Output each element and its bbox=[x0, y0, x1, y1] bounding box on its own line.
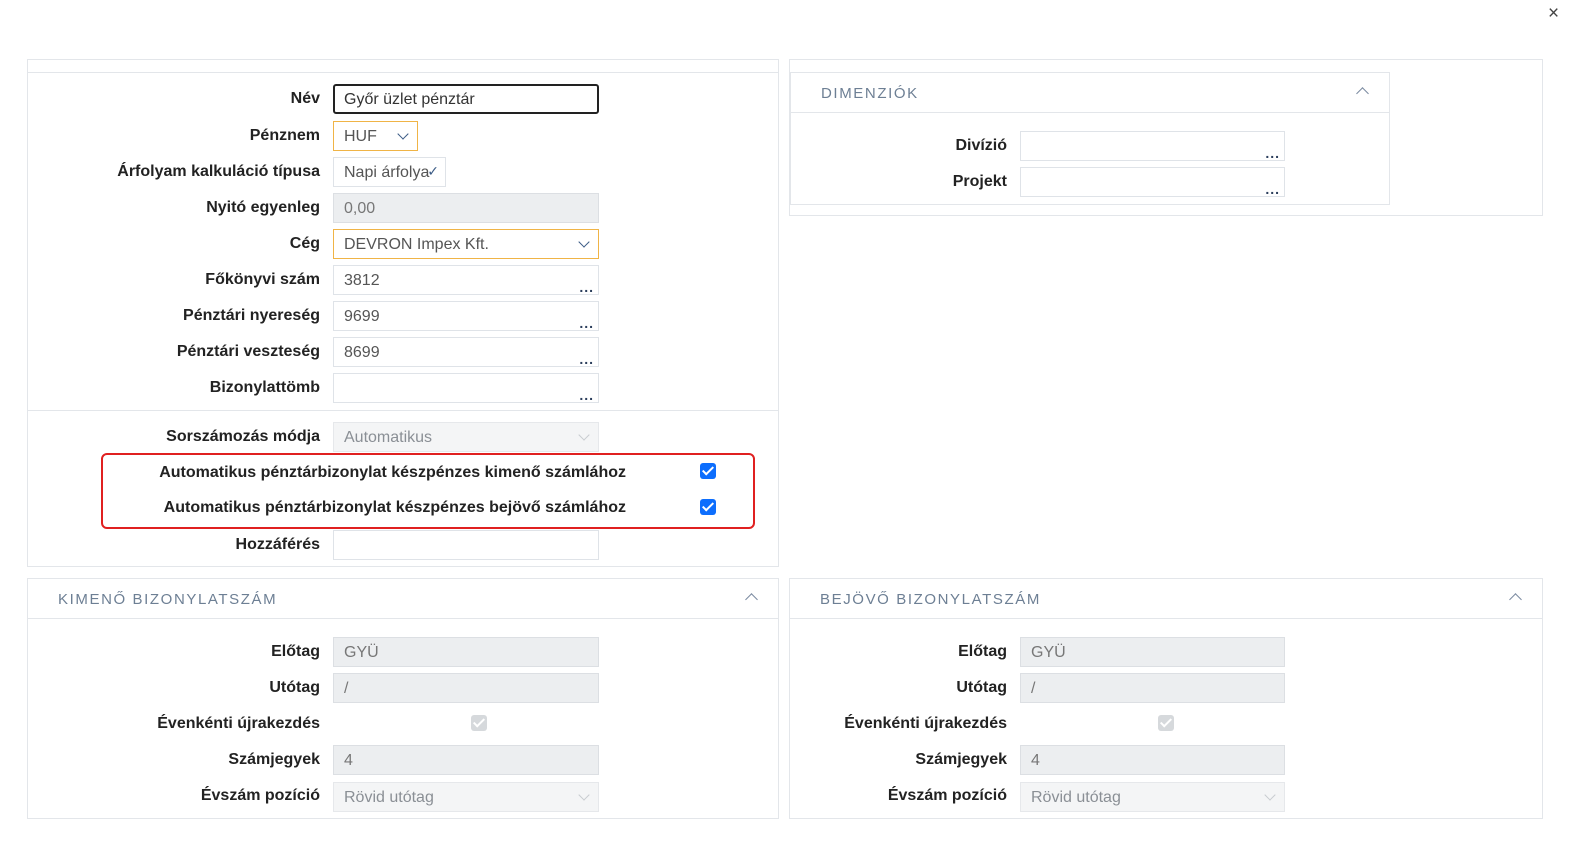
incoming-year-position-label: Évszám pozíció bbox=[887, 787, 1007, 804]
division-input[interactable]: ... bbox=[1020, 131, 1285, 161]
name-label: Név bbox=[290, 90, 320, 107]
opening-balance-input: 0,00 bbox=[333, 193, 599, 223]
divider bbox=[28, 410, 778, 411]
outgoing-year-position-select: Rövid utótag bbox=[333, 782, 599, 812]
outgoing-year-position-value: Rövid utótag bbox=[344, 789, 434, 806]
outgoing-number-title: KIMENŐ BIZONYLATSZÁM bbox=[58, 591, 278, 608]
currency-value: HUF bbox=[344, 128, 377, 145]
company-select[interactable]: DEVRON Impex Kft. bbox=[333, 229, 599, 259]
cash-loss-value: 8699 bbox=[344, 344, 380, 361]
outgoing-suffix-input: / bbox=[333, 673, 599, 703]
cash-gain-label: Pénztári nyereség bbox=[183, 307, 320, 324]
dimensions-title: DIMENZIÓK bbox=[821, 85, 919, 102]
name-input[interactable]: Győr üzlet pénztár bbox=[333, 84, 599, 114]
chevron-up-icon[interactable] bbox=[1509, 593, 1522, 606]
project-label: Projekt bbox=[952, 173, 1007, 190]
highlight-box bbox=[101, 453, 755, 529]
access-input[interactable] bbox=[333, 530, 599, 560]
incoming-number-title: BEJÖVŐ BIZONYLATSZÁM bbox=[820, 591, 1041, 608]
opening-balance-label: Nyitó egyenleg bbox=[206, 199, 320, 216]
company-label: Cég bbox=[289, 235, 320, 252]
ledger-number-label: Főkönyvi szám bbox=[205, 271, 320, 288]
incoming-digits-label: Számjegyek bbox=[915, 751, 1007, 768]
outgoing-prefix-input: GYÜ bbox=[333, 637, 599, 667]
exchange-rate-type-label: Árfolyam kalkuláció típusa bbox=[117, 163, 320, 180]
outgoing-number-header[interactable]: KIMENŐ BIZONYLATSZÁM bbox=[28, 579, 778, 619]
incoming-yearly-restart-label: Évenkénti újrakezdés bbox=[844, 715, 1007, 732]
exchange-rate-type-value: Napi árfolya bbox=[344, 164, 430, 181]
currency-label: Pénznem bbox=[249, 127, 320, 144]
incoming-prefix-input: GYÜ bbox=[1020, 637, 1285, 667]
chevron-down-icon bbox=[578, 236, 590, 248]
company-value: DEVRON Impex Kft. bbox=[344, 236, 489, 253]
outgoing-prefix-label: Előtag bbox=[271, 643, 320, 660]
auto-outgoing-checkbox[interactable] bbox=[700, 463, 716, 479]
close-icon[interactable]: × bbox=[1548, 3, 1559, 25]
document-block-label: Bizonylattömb bbox=[209, 379, 320, 396]
currency-select[interactable]: HUF bbox=[333, 121, 418, 151]
outgoing-suffix-label: Utótag bbox=[269, 679, 320, 696]
incoming-yearly-restart-checkbox bbox=[1158, 715, 1174, 731]
more-dots-icon[interactable]: ... bbox=[579, 316, 594, 330]
exchange-rate-type-select[interactable]: Napi árfolya ✓ bbox=[333, 157, 446, 187]
checkmark-icon: ✓ bbox=[427, 163, 439, 179]
numbering-mode-label: Sorszámozás módja bbox=[166, 428, 320, 445]
incoming-prefix-label: Előtag bbox=[958, 643, 1007, 660]
numbering-mode-select: Automatikus bbox=[333, 422, 599, 452]
chevron-up-icon[interactable] bbox=[745, 593, 758, 606]
cash-loss-label: Pénztári veszteség bbox=[176, 343, 320, 360]
incoming-year-position-select: Rövid utótag bbox=[1020, 782, 1285, 812]
outgoing-year-position-label: Évszám pozíció bbox=[200, 787, 320, 804]
document-block-input[interactable]: ... bbox=[333, 373, 599, 403]
incoming-digits-input: 4 bbox=[1020, 745, 1285, 775]
more-dots-icon[interactable]: ... bbox=[579, 352, 594, 366]
more-dots-icon[interactable]: ... bbox=[579, 388, 594, 402]
more-dots-icon[interactable]: ... bbox=[579, 280, 594, 294]
ledger-number-input[interactable]: 3812 ... bbox=[333, 265, 599, 295]
divider bbox=[28, 72, 778, 73]
project-input[interactable]: ... bbox=[1020, 167, 1285, 197]
outgoing-digits-label: Számjegyek bbox=[228, 751, 320, 768]
access-label: Hozzáférés bbox=[235, 536, 320, 553]
dimensions-header[interactable]: DIMENZIÓK bbox=[791, 73, 1389, 113]
cash-loss-input[interactable]: 8699 ... bbox=[333, 337, 599, 367]
chevron-down-icon bbox=[578, 429, 590, 441]
incoming-suffix-input: / bbox=[1020, 673, 1285, 703]
chevron-down-icon bbox=[1264, 789, 1276, 801]
more-dots-icon[interactable]: ... bbox=[1265, 146, 1280, 160]
ledger-number-value: 3812 bbox=[344, 272, 380, 289]
cash-gain-input[interactable]: 9699 ... bbox=[333, 301, 599, 331]
division-label: Divízió bbox=[955, 137, 1007, 154]
auto-incoming-checkbox[interactable] bbox=[700, 499, 716, 515]
outgoing-yearly-restart-checkbox bbox=[471, 715, 487, 731]
cash-gain-value: 9699 bbox=[344, 308, 380, 325]
incoming-number-header[interactable]: BEJÖVŐ BIZONYLATSZÁM bbox=[790, 579, 1542, 619]
chevron-up-icon[interactable] bbox=[1356, 87, 1369, 100]
chevron-down-icon bbox=[578, 789, 590, 801]
chevron-down-icon bbox=[397, 128, 409, 140]
outgoing-digits-input: 4 bbox=[333, 745, 599, 775]
outgoing-yearly-restart-label: Évenkénti újrakezdés bbox=[157, 715, 320, 732]
more-dots-icon[interactable]: ... bbox=[1265, 182, 1280, 196]
incoming-year-position-value: Rövid utótag bbox=[1031, 789, 1121, 806]
numbering-mode-value: Automatikus bbox=[344, 429, 433, 446]
incoming-suffix-label: Utótag bbox=[956, 679, 1007, 696]
